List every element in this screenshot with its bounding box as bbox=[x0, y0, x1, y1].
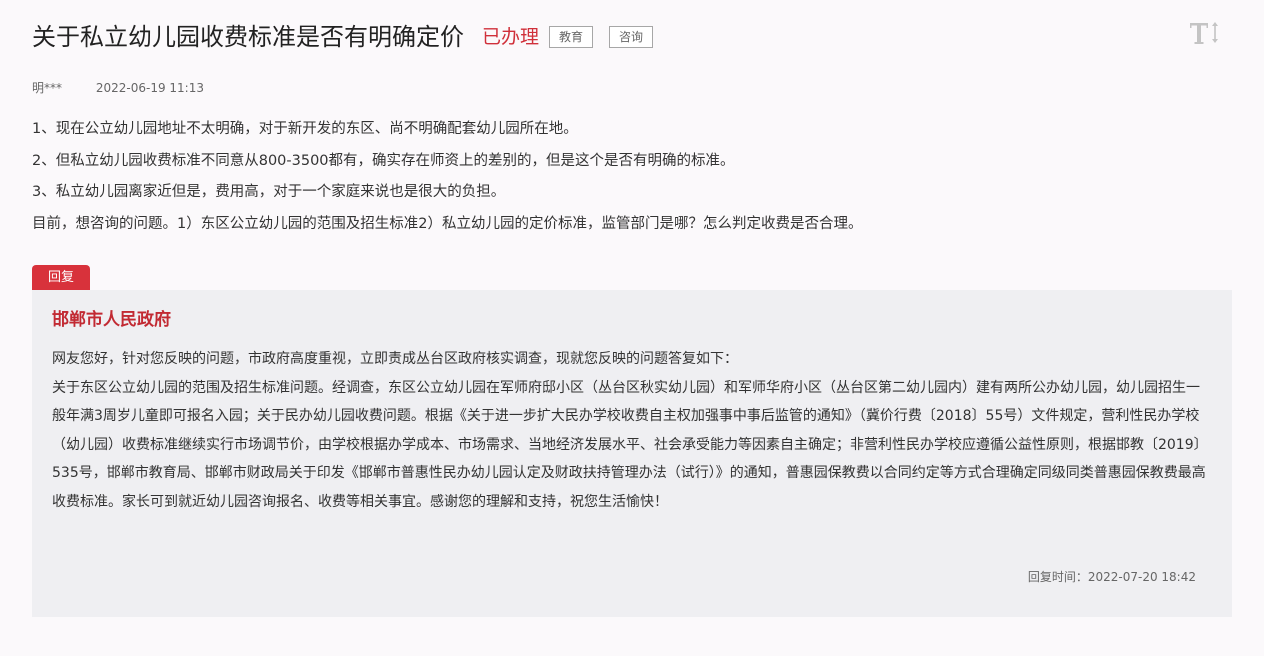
author-name: 明*** bbox=[32, 81, 63, 95]
text-size-icon bbox=[1190, 22, 1218, 44]
page: 关于私立幼儿园收费标准是否有明确定价 已办理 教育 咨询 明*** 2022-0… bbox=[0, 0, 1264, 656]
reply-time-label: 回复时间： bbox=[1027, 570, 1088, 584]
reply-time: 回复时间：2022-07-20 18:42 bbox=[1028, 568, 1196, 585]
reply-time-value: 2022-07-20 18:42 bbox=[1087, 570, 1196, 584]
status-badge: 已办理 bbox=[482, 26, 540, 48]
reply-paragraph: 关于东区公立幼儿园的范围及招生标准问题。经调查，东区公立幼儿园在军师府邸小区（丛… bbox=[52, 379, 1208, 510]
question-line: 3、私立幼儿园离家近但是，费用高，对于一个家庭来说也是很大的负担。 bbox=[32, 184, 506, 200]
post-date: 2022-06-19 11:13 bbox=[95, 81, 204, 95]
reply-organization: 邯郸市人民政府 bbox=[52, 310, 171, 330]
question-meta: 明*** 2022-06-19 11:13 bbox=[32, 79, 204, 96]
tag-education[interactable]: 教育 bbox=[549, 26, 594, 48]
title-row: 关于私立幼儿园收费标准是否有明确定价 已办理 教育 咨询 bbox=[32, 19, 654, 55]
question-line: 目前，想咨询的问题。1）东区公立幼儿园的范围及招生标准2）私立幼儿园的定价标准，… bbox=[32, 215, 863, 232]
reply-paragraph: 网友您好，针对您反映的问题，市政府高度重视，立即责成丛台区政府核实调查，现就您反… bbox=[52, 351, 738, 367]
page-title: 关于私立幼儿园收费标准是否有明确定价 bbox=[32, 23, 464, 51]
reply-box: 邯郸市人民政府 网友您好，针对您反映的问题，市政府高度重视，立即责成丛台区政府核… bbox=[32, 290, 1232, 617]
tag-consult[interactable]: 咨询 bbox=[609, 26, 654, 48]
text-size-button[interactable] bbox=[1188, 18, 1222, 48]
reply-label: 回复 bbox=[32, 265, 90, 290]
question-line: 2、但私立幼儿园收费标准不同意从800-3500都有，确实存在师资上的差别的，但… bbox=[32, 152, 735, 169]
reply-content: 网友您好，针对您反映的问题，市政府高度重视，立即责成丛台区政府核实调查，现就您反… bbox=[52, 345, 1212, 517]
question-line: 1、现在公立幼儿园地址不太明确，对于新开发的东区、尚不明确配套幼儿园所在地。 bbox=[32, 121, 578, 137]
question-content: 1、现在公立幼儿园地址不太明确，对于新开发的东区、尚不明确配套幼儿园所在地。 2… bbox=[32, 114, 1232, 240]
